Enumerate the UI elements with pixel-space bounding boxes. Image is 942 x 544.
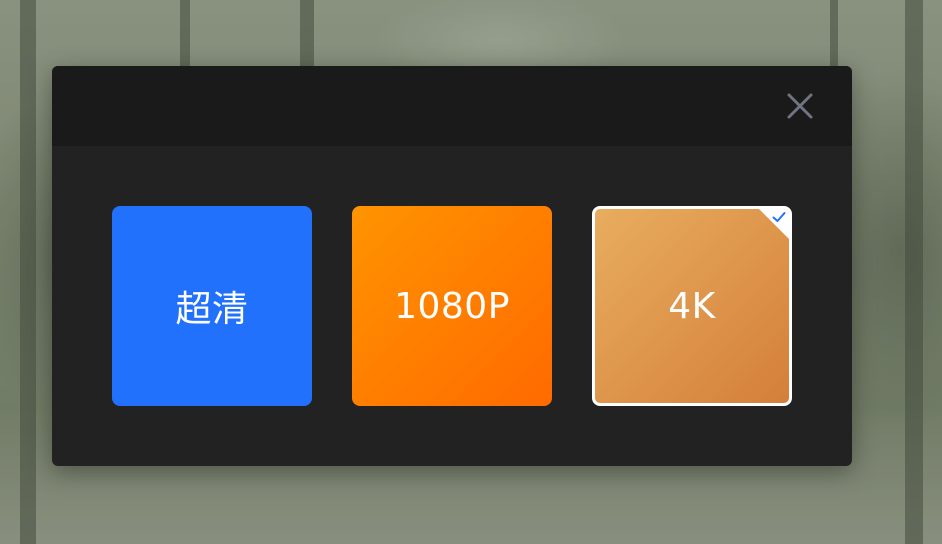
resolution-option-label: 4K xyxy=(668,285,716,327)
check-icon xyxy=(772,212,786,222)
dialog-header xyxy=(52,66,852,146)
resolution-option-hd[interactable]: 超清 xyxy=(112,206,312,406)
resolution-option-4k[interactable]: 4K xyxy=(592,206,792,406)
resolution-dialog: 超清 1080P 4K xyxy=(52,66,852,466)
resolution-option-1080p[interactable]: 1080P xyxy=(352,206,552,406)
resolution-option-label: 1080P xyxy=(394,285,510,327)
close-icon xyxy=(787,93,813,119)
close-button[interactable] xyxy=(786,92,814,120)
resolution-option-label: 超清 xyxy=(175,289,249,330)
